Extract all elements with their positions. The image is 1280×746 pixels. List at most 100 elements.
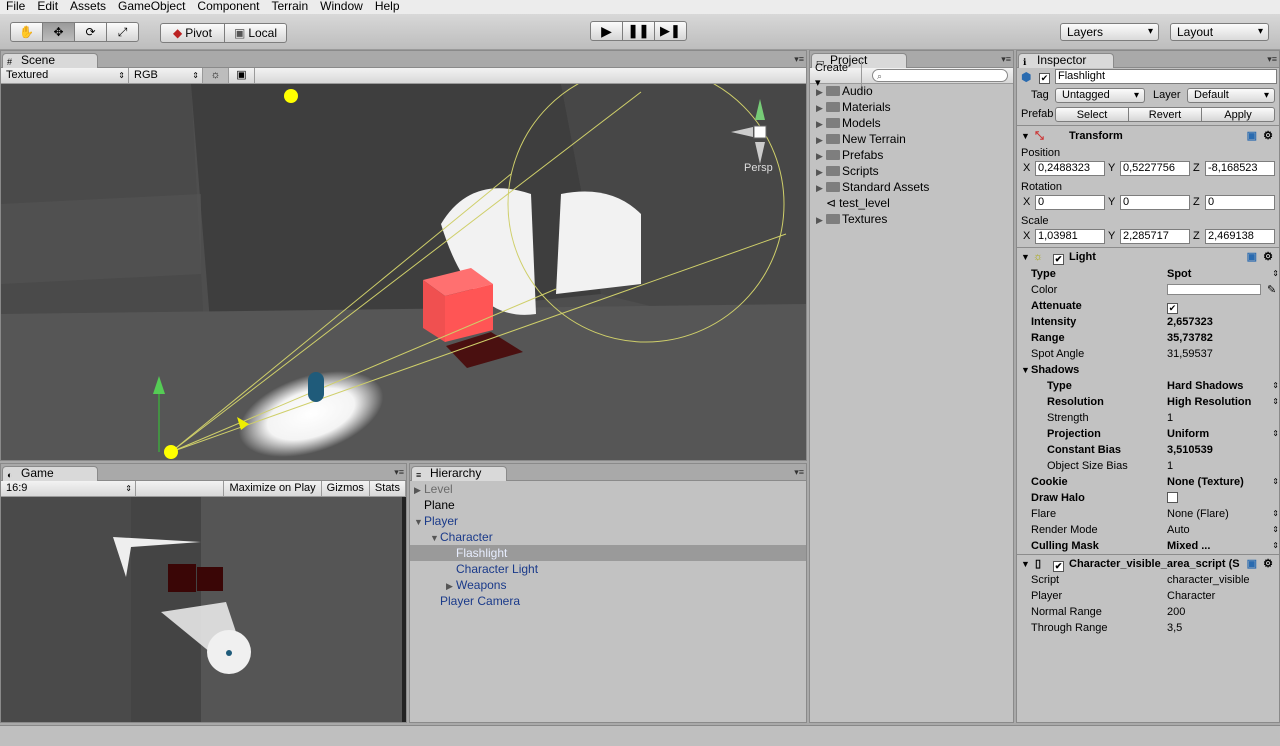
panel-menu-icon[interactable]: ▾≡ [1267, 54, 1277, 65]
prefab-apply-button[interactable]: Apply [1201, 107, 1275, 122]
project-search-input[interactable]: ⌕ [872, 69, 1008, 82]
light-property-row[interactable]: Projection Uniform ⇕ [1017, 426, 1279, 442]
aspect-dropdown[interactable]: 16:9 ⇕ [1, 481, 136, 496]
object-name-field[interactable]: Flashlight [1055, 69, 1277, 84]
rotation-z-field[interactable]: 0 [1205, 195, 1275, 210]
transform-header[interactable]: ▼ ⤡ Transform ▣ ⚙ [1017, 127, 1279, 145]
project-item[interactable]: ⊲ test_level [810, 195, 1013, 211]
expand-arrow-icon[interactable]: ▶ [816, 100, 826, 116]
property-value[interactable]: None (Texture) [1167, 474, 1244, 490]
script-property-row[interactable]: Player Character [1017, 588, 1279, 604]
property-value[interactable]: 1 [1167, 410, 1173, 426]
eyedropper-icon[interactable]: ✎ [1267, 282, 1276, 298]
light-property-row[interactable]: Cookie None (Texture) ⇕ [1017, 474, 1279, 490]
property-value[interactable]: character_visible [1167, 572, 1250, 588]
property-value[interactable]: None (Flare) [1167, 506, 1229, 522]
pause-button[interactable]: ❚❚ [622, 21, 655, 41]
project-item[interactable]: ▶ Audio [810, 83, 1013, 99]
script-property-row[interactable]: Normal Range 200 [1017, 604, 1279, 620]
property-value[interactable]: High Resolution [1167, 394, 1251, 410]
scale-tool-button[interactable]: ⤢ [106, 22, 139, 42]
position-z-field[interactable]: -8,168523 [1205, 161, 1275, 176]
property-value[interactable]: 2,657323 [1167, 314, 1213, 330]
scene-skybox-toggle[interactable]: ▣ [229, 68, 255, 83]
light-property-row[interactable]: Attenuate ✔ [1017, 298, 1279, 314]
project-item[interactable]: ▶ New Terrain [810, 131, 1013, 147]
expand-arrow-icon[interactable]: ▶ [816, 132, 826, 148]
axis-x-label[interactable]: X [1023, 196, 1030, 208]
axis-z-label[interactable]: Z [1193, 196, 1200, 208]
gizmos-toggle[interactable]: Gizmos [322, 481, 370, 496]
dropdown-arrow-icon[interactable]: ⇕ [1272, 538, 1279, 554]
dropdown-arrow-icon[interactable]: ⇕ [1272, 394, 1279, 410]
light-property-row[interactable]: Spot Angle 31,59537 [1017, 346, 1279, 362]
dropdown-arrow-icon[interactable]: ⇕ [1272, 378, 1279, 394]
scene-viewport[interactable]: Persp [1, 84, 806, 460]
scale-z-field[interactable]: 2,469138 [1205, 229, 1275, 244]
layer-dropdown[interactable]: Default [1187, 88, 1275, 103]
rotation-x-field[interactable]: 0 [1035, 195, 1105, 210]
dropdown-arrow-icon[interactable]: ⇕ [1272, 474, 1279, 490]
project-item[interactable]: ▶ Scripts [810, 163, 1013, 179]
script-enabled-checkbox[interactable]: ✔ [1053, 555, 1064, 573]
property-value[interactable]: Mixed ... [1167, 538, 1210, 554]
hand-tool-button[interactable]: ✋ [10, 22, 43, 42]
property-value[interactable]: 31,59537 [1167, 346, 1213, 362]
prefab-revert-button[interactable]: Revert [1128, 107, 1202, 122]
light-header[interactable]: ▼ ☼ ✔ Light ▣ ⚙ [1017, 248, 1279, 266]
light-property-row[interactable]: Flare None (Flare) ⇕ [1017, 506, 1279, 522]
property-value[interactable]: Spot [1167, 266, 1191, 282]
stats-toggle[interactable]: Stats [370, 481, 406, 496]
light-property-row[interactable]: Object Size Bias 1 [1017, 458, 1279, 474]
menu-assets[interactable]: Assets [64, 0, 112, 14]
property-checkbox[interactable]: ✔ [1167, 298, 1178, 314]
property-value[interactable]: Uniform [1167, 426, 1209, 442]
position-y-field[interactable]: 0,5227756 [1120, 161, 1190, 176]
help-icon[interactable]: ▣ [1247, 555, 1257, 573]
expand-arrow-icon[interactable]: ▶ [816, 180, 826, 196]
light-property-row[interactable]: Range 35,73782 [1017, 330, 1279, 346]
hierarchy-item[interactable]: Plane [410, 497, 806, 513]
light-property-row[interactable]: Draw Halo [1017, 490, 1279, 506]
local-toggle[interactable]: ▣ Local [224, 23, 287, 43]
property-value[interactable]: 200 [1167, 604, 1185, 620]
panel-menu-icon[interactable]: ▾≡ [794, 54, 804, 65]
property-value[interactable]: Auto [1167, 522, 1190, 538]
rotation-y-field[interactable]: 0 [1120, 195, 1190, 210]
light-property-row[interactable]: Intensity 2,657323 [1017, 314, 1279, 330]
game-viewport[interactable] [1, 497, 406, 722]
hierarchy-item[interactable]: Character Light [410, 561, 806, 577]
project-item[interactable]: ▶ Textures [810, 211, 1013, 227]
position-x-field[interactable]: 0,2488323 [1035, 161, 1105, 176]
project-item[interactable]: ▶ Standard Assets [810, 179, 1013, 195]
color-swatch[interactable] [1167, 284, 1261, 295]
light-property-row[interactable]: Culling Mask Mixed ... ⇕ [1017, 538, 1279, 554]
menu-window[interactable]: Window [314, 0, 369, 14]
rotate-tool-button[interactable]: ⟳ [74, 22, 107, 42]
panel-menu-icon[interactable]: ▾≡ [394, 467, 404, 478]
expand-arrow-icon[interactable]: ▶ [816, 148, 826, 164]
hierarchy-item[interactable]: Flashlight [410, 545, 806, 561]
property-value[interactable]: 3,510539 [1167, 442, 1213, 458]
panel-menu-icon[interactable]: ▾≡ [794, 467, 804, 478]
property-value[interactable]: Hard Shadows [1167, 378, 1243, 394]
gear-icon[interactable]: ⚙ [1263, 248, 1273, 266]
light-property-row[interactable]: Strength 1 [1017, 410, 1279, 426]
hierarchy-item[interactable]: ▶ Weapons [410, 577, 806, 593]
light-property-row[interactable]: Resolution High Resolution ⇕ [1017, 394, 1279, 410]
prefab-select-button[interactable]: Select [1055, 107, 1129, 122]
maximize-on-play-toggle[interactable]: Maximize on Play [224, 481, 322, 496]
property-value[interactable]: Character [1167, 588, 1215, 604]
active-checkbox[interactable]: ✔ [1039, 70, 1050, 84]
tab-inspector[interactable]: ℹ Inspector [1018, 53, 1114, 68]
hierarchy-item[interactable]: ▼Player [410, 513, 806, 529]
expand-arrow-icon[interactable]: ▶ [816, 212, 826, 228]
light-property-row[interactable]: Type Spot ⇕ [1017, 266, 1279, 282]
tag-dropdown[interactable]: Untagged [1055, 88, 1145, 103]
axis-y-label[interactable]: Y [1108, 196, 1115, 208]
layers-dropdown[interactable]: Layers [1060, 23, 1159, 41]
axis-y-label[interactable]: Y [1108, 162, 1115, 174]
property-value[interactable]: 1 [1167, 458, 1173, 474]
axis-y-label[interactable]: Y [1108, 230, 1115, 242]
dropdown-arrow-icon[interactable]: ⇕ [1272, 506, 1279, 522]
